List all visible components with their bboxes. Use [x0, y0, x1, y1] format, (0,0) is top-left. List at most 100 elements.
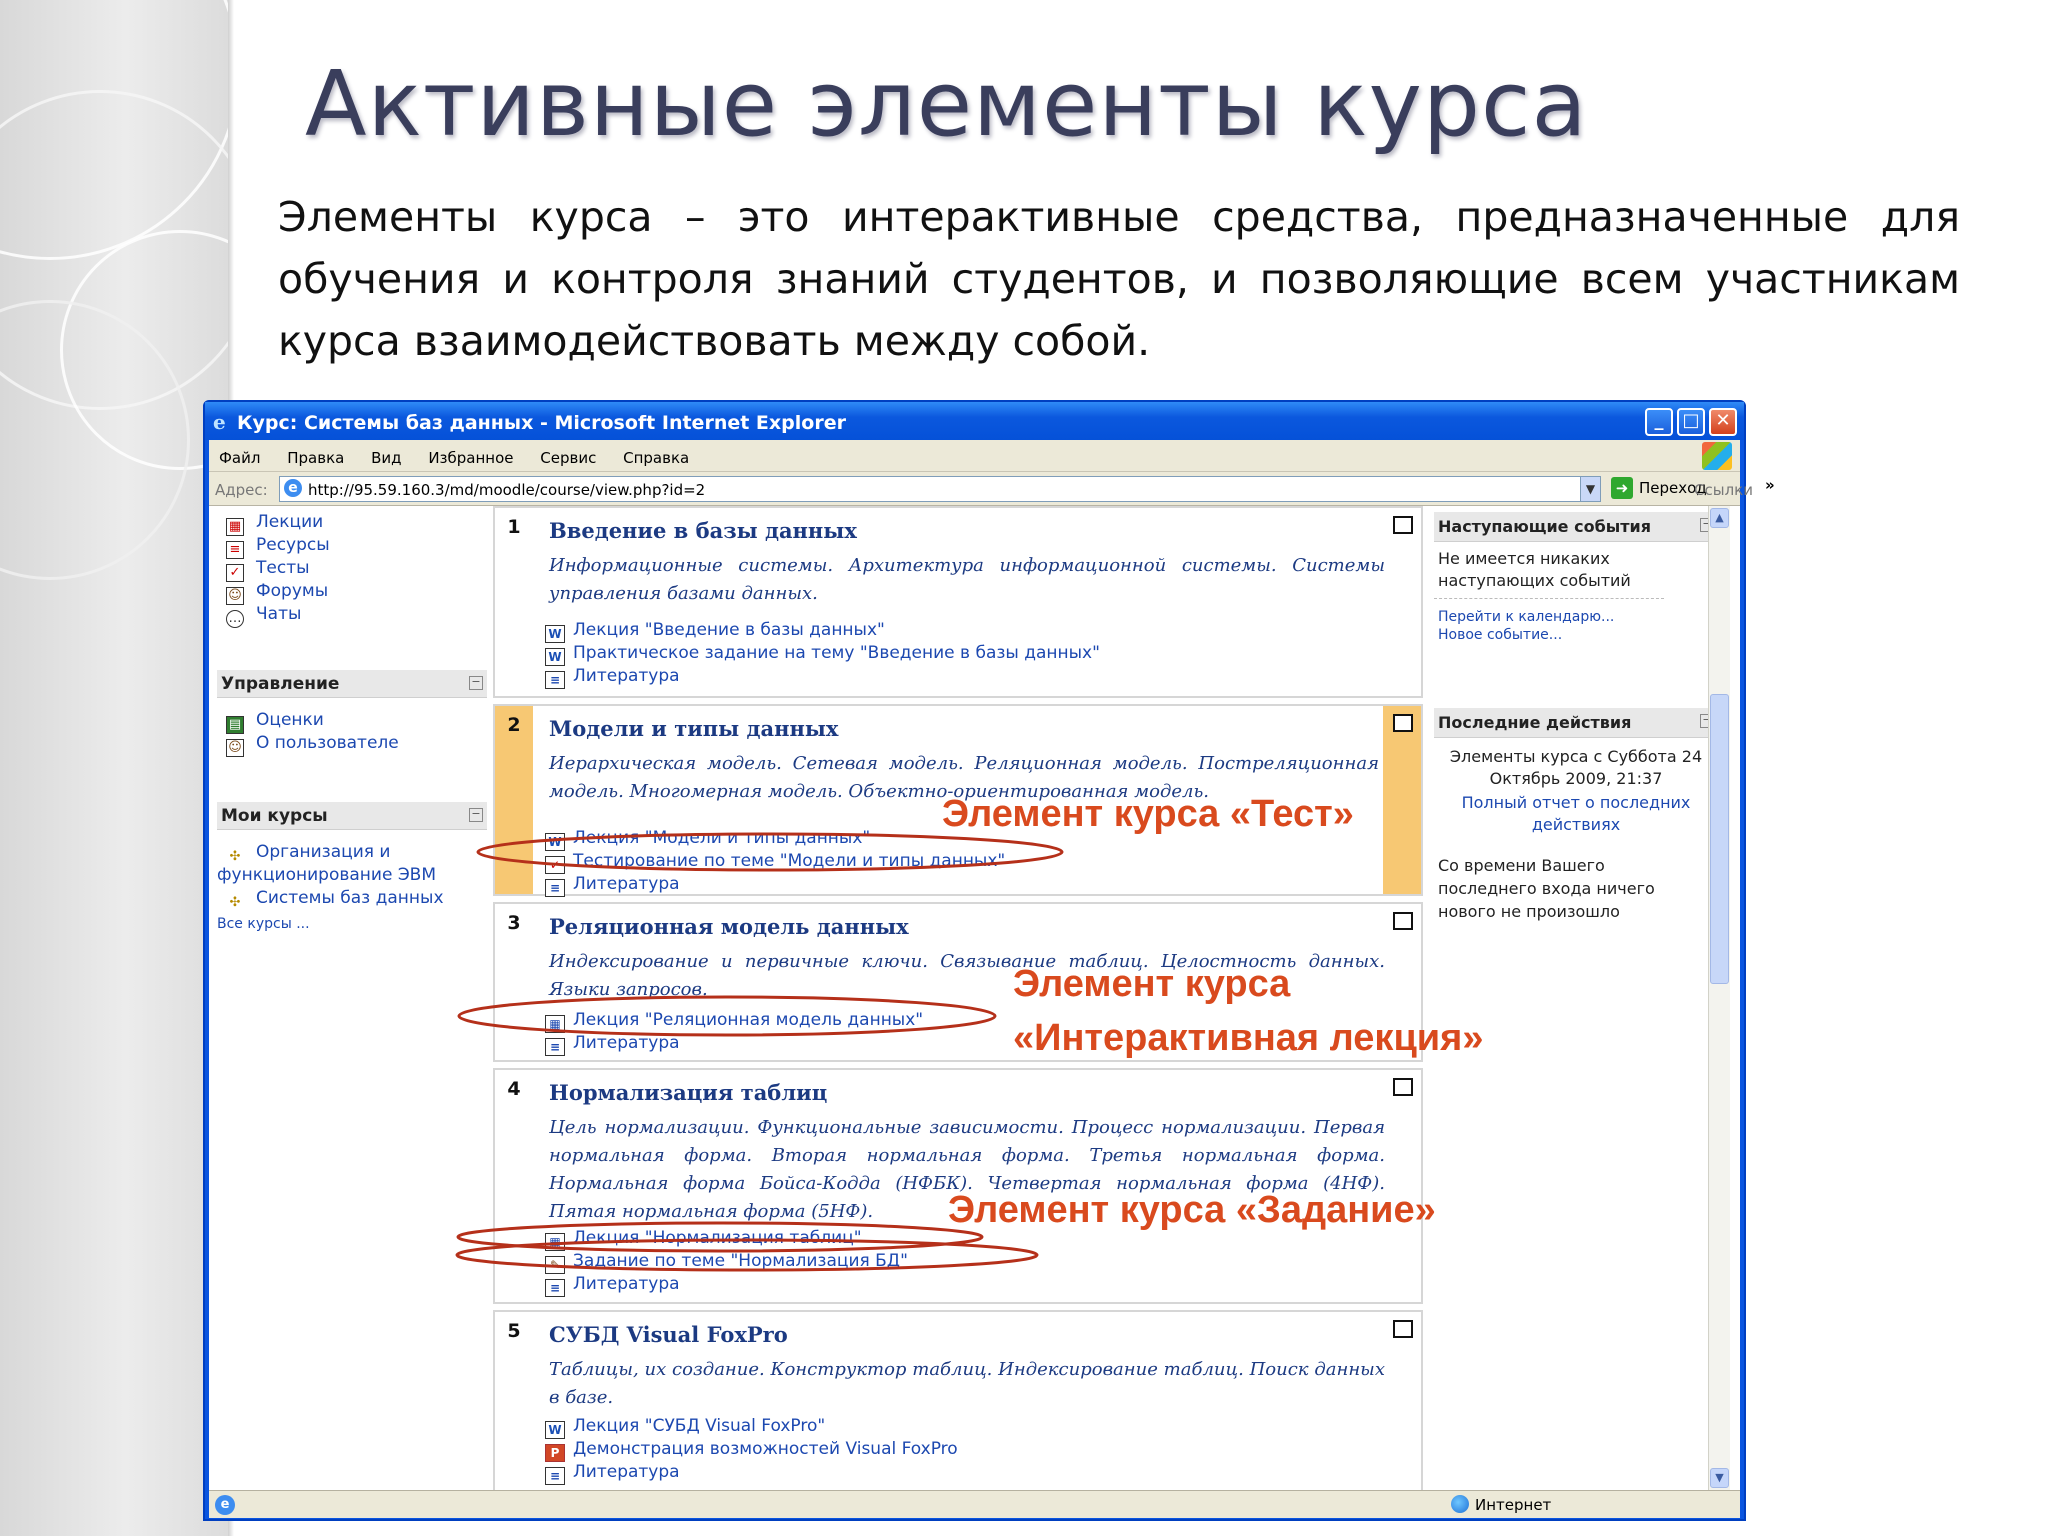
- menu-tools[interactable]: Сервис: [540, 449, 596, 467]
- nav-forums[interactable]: ☺ Форумы: [226, 581, 328, 605]
- vertical-scrollbar[interactable]: ▲ ▼: [1708, 506, 1730, 1490]
- window-titlebar[interactable]: e Курс: Системы баз данных - Microsoft I…: [205, 402, 1744, 440]
- menu-help[interactable]: Справка: [623, 449, 689, 467]
- section-checkbox[interactable]: [1393, 1320, 1413, 1338]
- new-event-link[interactable]: Новое событие...: [1434, 625, 1718, 643]
- calendar-link[interactable]: Перейти к календарю...: [1434, 599, 1718, 625]
- section-description: Информационные системы. Архитектура инфо…: [549, 555, 1385, 604]
- resource-link[interactable]: P Демонстрация возможностей Visual FoxPro: [545, 1439, 958, 1462]
- address-label: Адрес:: [215, 481, 268, 499]
- resource-link[interactable]: W Практическое задание на тему "Введение …: [545, 643, 1100, 666]
- section-checkbox[interactable]: [1393, 516, 1413, 534]
- section-number: 1: [495, 508, 533, 696]
- left-column: ▦ Лекции ≡ Ресурсы ✓ Тесты ☺ Форумы … Чаты Уп…: [209, 506, 487, 1490]
- resource-link[interactable]: W Лекция "Модели и типы данных": [545, 828, 870, 851]
- word-icon: W: [545, 1421, 565, 1439]
- menu-favorites[interactable]: Избранное: [428, 449, 513, 467]
- section-title: СУБД Visual FoxPro: [549, 1322, 788, 1347]
- menu-file[interactable]: Файл: [219, 449, 260, 467]
- address-input[interactable]: e http://95.59.160.3/md/moodle/course/vi…: [279, 476, 1601, 502]
- word-icon: W: [545, 648, 565, 666]
- address-dropdown-icon[interactable]: ▼: [1580, 477, 1600, 501]
- current-section-marker: [1383, 706, 1421, 894]
- section-checkbox[interactable]: [1393, 714, 1413, 732]
- address-url: http://95.59.160.3/md/moodle/course/view…: [308, 481, 706, 499]
- resource-link[interactable]: ≡ Литература: [545, 666, 680, 689]
- course-section: 5 СУБД Visual FoxPro Таблицы, их создани…: [493, 1310, 1423, 1490]
- upcoming-events-block: Наступающие события − Не имеется никаких …: [1434, 512, 1718, 643]
- internet-globe-icon: [1451, 1495, 1469, 1513]
- upcoming-events-header: Наступающие события −: [1434, 512, 1718, 542]
- quiz-icon: ✓: [545, 856, 565, 874]
- nav-user-profile[interactable]: ☺ О пользователе: [226, 733, 399, 757]
- section-number: 4: [495, 1070, 533, 1302]
- all-courses-link[interactable]: Все курсы ...: [217, 916, 310, 932]
- course-link-evm[interactable]: ✣ Организация и: [226, 842, 390, 867]
- callout-assignment: Элемент курса «Задание»: [948, 1189, 1436, 1231]
- resource-link[interactable]: W Лекция "Введение в базы данных": [545, 620, 885, 643]
- scroll-down-icon[interactable]: ▼: [1710, 1468, 1729, 1488]
- callout-lecture-line2: «Интерактивная лекция»: [1013, 1017, 1484, 1059]
- upcoming-events-text: Не имеется никаких наступающих событий: [1434, 542, 1664, 599]
- recent-since-text: Элементы курса с Суббота 24 Октябрь 2009…: [1449, 747, 1703, 788]
- resource-link[interactable]: ≡ Литература: [545, 1274, 680, 1297]
- resource-link[interactable]: W Лекция "СУБД Visual FoxPro": [545, 1416, 825, 1439]
- quiz-link[interactable]: ✓ Тестирование по теме "Модели и типы дан…: [545, 851, 1005, 874]
- close-button[interactable]: ✕: [1709, 408, 1737, 436]
- nav-lessons[interactable]: ▦ Лекции: [226, 512, 323, 536]
- document-icon: ≡: [545, 671, 565, 689]
- lesson-link[interactable]: ▦ Лекция "Нормализация таблиц": [545, 1228, 862, 1251]
- go-button[interactable]: ➜ Переход: [1611, 477, 1707, 499]
- admin-block-header: Управление −: [217, 670, 487, 698]
- section-number: 3: [495, 904, 533, 1060]
- links-label[interactable]: Ссылки: [1694, 481, 1753, 499]
- nav-grades[interactable]: ▤ Оценки: [226, 710, 324, 734]
- resource-link[interactable]: ≡ Литература: [545, 874, 680, 897]
- maximize-button[interactable]: □: [1677, 408, 1705, 436]
- course-icon: ✣: [226, 895, 244, 913]
- resource-link[interactable]: ≡ Литература: [545, 1033, 680, 1056]
- section-checkbox[interactable]: [1393, 912, 1413, 930]
- assignment-link[interactable]: ✎ Задание по теме "Нормализация БД": [545, 1251, 908, 1274]
- section-title: Введение в базы данных: [549, 518, 857, 543]
- lesson-icon: ▦: [226, 518, 244, 536]
- browser-window: e Курс: Системы баз данных - Microsoft I…: [203, 400, 1775, 1521]
- forum-icon: ☺: [226, 587, 244, 605]
- section-number: 2: [495, 706, 533, 894]
- resource-link[interactable]: ≡ Литература: [545, 1462, 680, 1485]
- callout-lecture-line1: Элемент курса: [1013, 963, 1291, 1005]
- nav-chats[interactable]: … Чаты: [226, 604, 301, 628]
- minimize-button[interactable]: _: [1645, 408, 1673, 436]
- scroll-up-icon[interactable]: ▲: [1710, 508, 1729, 528]
- resource-icon: ≡: [226, 541, 244, 559]
- collapse-icon[interactable]: −: [469, 808, 483, 822]
- section-checkbox[interactable]: [1393, 1078, 1413, 1096]
- section-number: 5: [495, 1312, 533, 1490]
- slide-title: Активные элементы курса: [305, 52, 1588, 157]
- intro-paragraph: Элементы курса – это интерактивные средс…: [278, 193, 1960, 365]
- slide: Активные элементы курса Элементы курса –…: [0, 0, 2048, 1536]
- callout-test: Элемент курса «Тест»: [942, 793, 1354, 835]
- menu-view[interactable]: Вид: [371, 449, 401, 467]
- status-bar: e Интернет: [209, 1490, 1740, 1518]
- course-link-evm-cont[interactable]: функционирование ЭВМ: [217, 865, 436, 885]
- scroll-thumb[interactable]: [1710, 694, 1729, 984]
- grades-icon: ▤: [226, 716, 244, 734]
- links-more-icon[interactable]: »: [1765, 476, 1775, 494]
- nav-resources[interactable]: ≡ Ресурсы: [226, 535, 330, 559]
- document-icon: ≡: [545, 1467, 565, 1485]
- nav-quizzes[interactable]: ✓ Тесты: [226, 558, 310, 582]
- collapse-icon[interactable]: −: [469, 676, 483, 690]
- course-link-db[interactable]: ✣ Системы баз данных: [226, 888, 444, 913]
- section-title: Нормализация таблиц: [549, 1080, 828, 1105]
- mycourses-block-header: Мои курсы −: [217, 802, 487, 830]
- recent-activity-header: Последние действия −: [1434, 708, 1718, 738]
- document-icon: ≡: [545, 1279, 565, 1297]
- powerpoint-icon: P: [545, 1444, 565, 1462]
- menu-edit[interactable]: Правка: [287, 449, 344, 467]
- lesson-link[interactable]: ▦ Лекция "Реляционная модель данных": [545, 1010, 923, 1033]
- right-column: Наступающие события − Не имеется никаких …: [1430, 506, 1730, 1490]
- full-report-link[interactable]: Полный отчет о последних действиях: [1434, 790, 1718, 836]
- decorative-sidebar: [0, 0, 228, 1536]
- address-bar: Адрес: e http://95.59.160.3/md/moodle/co…: [209, 472, 1775, 506]
